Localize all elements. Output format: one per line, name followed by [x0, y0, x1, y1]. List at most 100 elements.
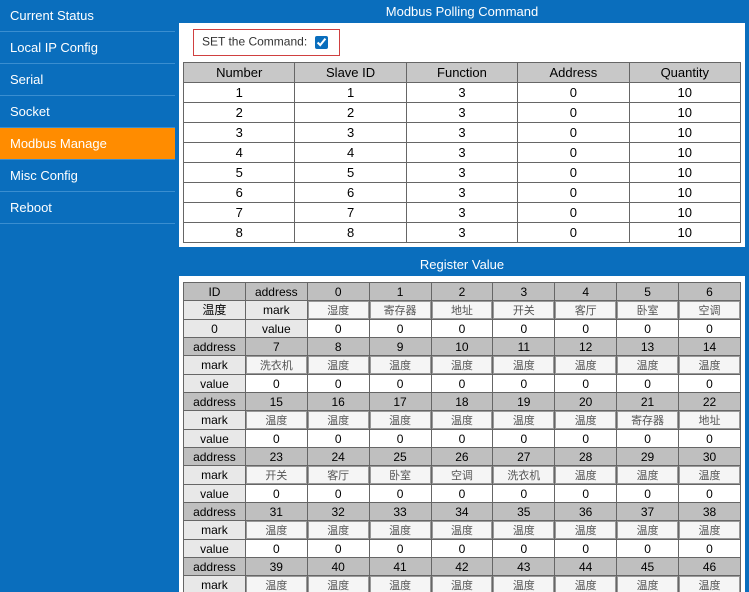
- reg-value-cell: 0: [307, 485, 369, 503]
- register-mark-cell: 开关: [245, 466, 307, 485]
- mark-button[interactable]: 地址: [432, 301, 493, 319]
- mark-button[interactable]: 温度: [679, 466, 740, 484]
- reg-address-head: 8: [307, 338, 369, 356]
- reg-address-label: address: [184, 448, 246, 466]
- mark-button[interactable]: 温度: [679, 576, 740, 592]
- reg-value-cell: 0: [617, 320, 679, 338]
- mark-button[interactable]: 温度: [617, 576, 678, 592]
- reg-value-label: value: [184, 430, 246, 448]
- mark-button[interactable]: 寄存器: [617, 411, 678, 429]
- mark-button[interactable]: 温度: [617, 521, 678, 539]
- sidebar-item-reboot[interactable]: Reboot: [0, 192, 175, 224]
- mark-button[interactable]: 温度: [432, 411, 493, 429]
- reg-address-head: 16: [307, 393, 369, 411]
- register-mark-cell: 温度: [307, 576, 369, 592]
- sidebar-item-local-ip-config[interactable]: Local IP Config: [0, 32, 175, 64]
- sidebar-item-modbus-manage[interactable]: Modbus Manage: [0, 128, 175, 160]
- mark-button[interactable]: 温度: [679, 356, 740, 374]
- reg-mark-label: mark: [245, 301, 307, 320]
- mark-button[interactable]: 温度: [370, 411, 431, 429]
- mark-button[interactable]: 卧室: [370, 466, 431, 484]
- reg-value-cell: 0: [369, 320, 431, 338]
- mark-button[interactable]: 温度: [246, 576, 307, 592]
- reg-address-head: 33: [369, 503, 431, 521]
- mark-button[interactable]: 湿度: [308, 301, 369, 319]
- mark-button[interactable]: 温度: [246, 521, 307, 539]
- reg-address-head: 0: [307, 283, 369, 301]
- reg-address-head: 10: [431, 338, 493, 356]
- reg-address-head: 31: [245, 503, 307, 521]
- reg-col-address: address: [245, 283, 307, 301]
- reg-address-head: 25: [369, 448, 431, 466]
- mark-button[interactable]: 温度: [555, 521, 616, 539]
- mark-button[interactable]: 洗衣机: [493, 466, 554, 484]
- mark-button[interactable]: 客厅: [555, 301, 616, 319]
- mark-button[interactable]: 温度: [493, 411, 554, 429]
- mark-button[interactable]: 温度: [617, 356, 678, 374]
- mark-button[interactable]: 开关: [493, 301, 554, 319]
- mark-button[interactable]: 温度: [370, 521, 431, 539]
- mark-button[interactable]: 温度: [617, 466, 678, 484]
- reg-address-head: 4: [555, 283, 617, 301]
- register-mark-cell: 温度: [493, 576, 555, 592]
- register-mark-cell: 客厅: [555, 301, 617, 320]
- mark-button[interactable]: 温度: [555, 466, 616, 484]
- register-panel: Register Value IDaddress0123456温度mark湿度寄…: [179, 253, 745, 592]
- reg-value-label: value: [184, 485, 246, 503]
- mark-button[interactable]: 温度: [308, 356, 369, 374]
- mark-button[interactable]: 客厅: [308, 466, 369, 484]
- mark-button[interactable]: 温度: [555, 576, 616, 592]
- mark-button[interactable]: 寄存器: [370, 301, 431, 319]
- reg-address-head: 42: [431, 558, 493, 576]
- reg-value-cell: 0: [245, 485, 307, 503]
- sidebar-item-current-status[interactable]: Current Status: [0, 0, 175, 32]
- mark-button[interactable]: 空调: [432, 466, 493, 484]
- reg-value-cell: 0: [245, 540, 307, 558]
- mark-button[interactable]: 温度: [493, 576, 554, 592]
- mark-button[interactable]: 洗衣机: [246, 356, 307, 374]
- mark-button[interactable]: 温度: [308, 521, 369, 539]
- mark-button[interactable]: 地址: [679, 411, 740, 429]
- mark-button[interactable]: 温度: [555, 356, 616, 374]
- mark-button[interactable]: 温度: [370, 576, 431, 592]
- set-command-checkbox[interactable]: [315, 36, 328, 49]
- reg-value-cell: 0: [617, 375, 679, 393]
- reg-value-cell: 0: [555, 485, 617, 503]
- reg-value-cell: 0: [307, 375, 369, 393]
- sidebar-item-misc-config[interactable]: Misc Config: [0, 160, 175, 192]
- register-mark-cell: 温度: [617, 576, 679, 592]
- table-row: 333010: [184, 123, 741, 143]
- reg-value-cell: 0: [431, 485, 493, 503]
- mark-button[interactable]: 温度: [555, 411, 616, 429]
- reg-value-cell: 0: [617, 485, 679, 503]
- mark-button[interactable]: 温度: [432, 356, 493, 374]
- reg-value-cell: 0: [245, 430, 307, 448]
- mark-button[interactable]: 温度: [308, 411, 369, 429]
- polling-panel: Modbus Polling Command SET the Command: …: [179, 0, 745, 247]
- sidebar: Current StatusLocal IP ConfigSerialSocke…: [0, 0, 175, 592]
- mark-button[interactable]: 空调: [679, 301, 740, 319]
- reg-value-label: value: [184, 375, 246, 393]
- mark-button[interactable]: 温度: [246, 411, 307, 429]
- register-mark-cell: 湿度: [307, 301, 369, 320]
- mark-button[interactable]: 温度: [493, 356, 554, 374]
- sidebar-item-serial[interactable]: Serial: [0, 64, 175, 96]
- sidebar-item-socket[interactable]: Socket: [0, 96, 175, 128]
- reg-address-head: 3: [493, 283, 555, 301]
- register-mark-cell: 卧室: [369, 466, 431, 485]
- reg-value-label: value: [245, 320, 307, 338]
- mark-button[interactable]: 温度: [432, 521, 493, 539]
- reg-mark-label: mark: [184, 521, 246, 540]
- table-row: 663010: [184, 183, 741, 203]
- mark-button[interactable]: 温度: [432, 576, 493, 592]
- mark-button[interactable]: 温度: [370, 356, 431, 374]
- reg-address-head: 34: [431, 503, 493, 521]
- reg-address-head: 27: [493, 448, 555, 466]
- register-table: IDaddress0123456温度mark湿度寄存器地址开关客厅卧室空调0va…: [183, 282, 741, 592]
- mark-button[interactable]: 开关: [246, 466, 307, 484]
- mark-button[interactable]: 温度: [679, 521, 740, 539]
- register-panel-title: Register Value: [179, 253, 745, 276]
- mark-button[interactable]: 温度: [308, 576, 369, 592]
- mark-button[interactable]: 温度: [493, 521, 554, 539]
- mark-button[interactable]: 卧室: [617, 301, 678, 319]
